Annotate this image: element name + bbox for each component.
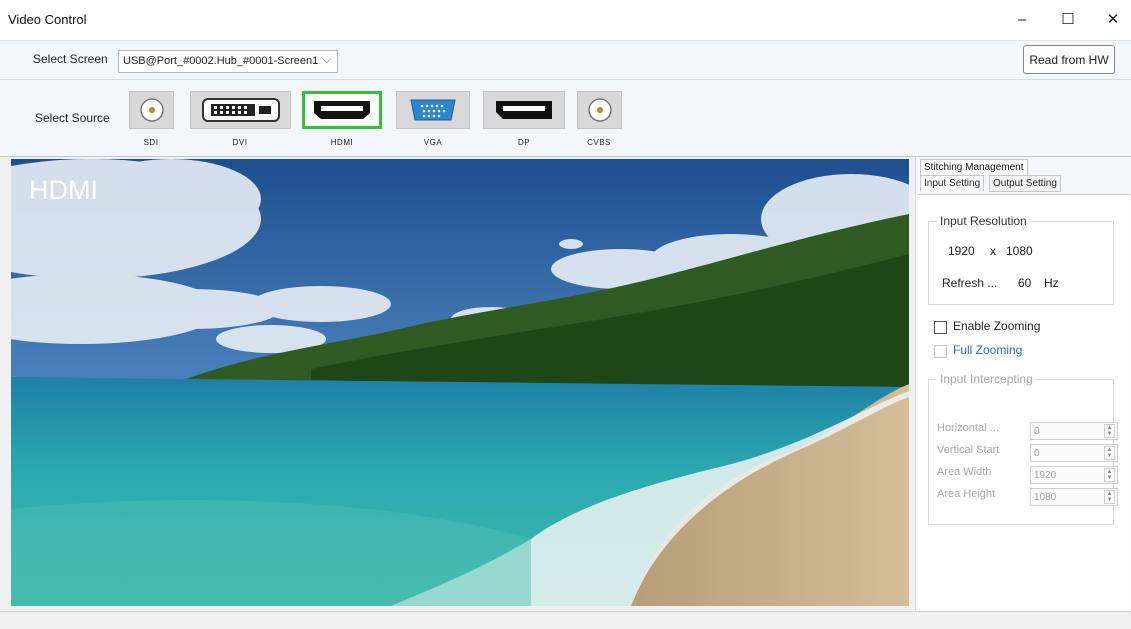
minimize-button[interactable]: – (1007, 6, 1037, 32)
resolution-width: 1920 (948, 244, 975, 258)
read-from-hw-button[interactable]: Read from HW (1023, 45, 1115, 74)
window-title: Video Control (8, 12, 87, 27)
source-dvi-button[interactable] (190, 91, 291, 129)
tab-stitching-management[interactable]: Stitching Management (920, 159, 1028, 175)
input-intercepting-group: Input Intercepting Horizontal ... 0 ▲ ▼ Ve… (928, 372, 1118, 525)
tab-output-setting[interactable]: Output Setting (989, 175, 1061, 192)
enable-zooming-checkbox[interactable] (934, 321, 947, 334)
preview-source-label: HDMI (29, 175, 98, 205)
spinner-arrows-icon[interactable]: ▲ ▼ (1104, 424, 1115, 438)
vertical-start-value: 0 (1034, 448, 1040, 459)
area-height-spinner[interactable]: 1080 ▲ ▼ (1030, 488, 1118, 506)
status-bar (0, 611, 1131, 629)
source-cvbs-button[interactable] (577, 91, 622, 129)
source-select-row: Select Source SDI DVI HDMI VGA DP CVBS (0, 80, 1131, 157)
full-zooming-checkbox[interactable] (934, 345, 947, 358)
enable-zooming-label: Enable Zooming (953, 319, 1041, 333)
source-dvi-label: DVI (232, 138, 248, 147)
dvi-connector-icon (201, 98, 280, 122)
area-width-value: 1920 (1034, 470, 1057, 481)
hdmi-connector-icon (314, 101, 370, 119)
close-button[interactable]: ✕ (1098, 6, 1128, 32)
input-setting-body: Input Resolution 1920 x 1080 Refresh ...… (918, 194, 1130, 611)
spinner-arrows-icon[interactable]: ▲ ▼ (1104, 490, 1115, 504)
maximize-button[interactable]: ☐ (1053, 6, 1083, 32)
vertical-start-spinner[interactable]: 0 ▲ ▼ (1030, 444, 1118, 462)
video-preview: HDMI (11, 159, 909, 606)
area-height-label: Area Height (937, 488, 996, 500)
source-dp-button[interactable] (483, 91, 565, 129)
source-vga-label: VGA (423, 138, 443, 147)
full-zooming-label: Full Zooming (953, 343, 1023, 357)
beach-scene-image (11, 159, 909, 606)
input-resolution-group: Input Resolution 1920 x 1080 Refresh ...… (928, 214, 1114, 305)
source-hdmi-label: HDMI (330, 138, 354, 147)
source-sdi-button[interactable] (129, 91, 174, 129)
refresh-label: Refresh ... (942, 276, 998, 290)
source-dp-label: DP (517, 138, 531, 147)
bnc-connector-icon (587, 98, 612, 122)
bnc-connector-icon (139, 98, 164, 122)
select-source-label: Select Source (35, 111, 110, 125)
source-vga-button[interactable] (396, 91, 470, 129)
horizontal-start-label: Horizontal ... (937, 422, 999, 434)
screen-select-row: Select Screen USB@Port_#0002.Hub_#0001-S… (0, 41, 1131, 80)
source-sdi-label: SDI (143, 138, 159, 147)
horizontal-start-spinner[interactable]: 0 ▲ ▼ (1030, 422, 1118, 440)
select-screen-label: Select Screen (33, 52, 108, 66)
input-resolution-legend: Input Resolution (937, 214, 1030, 228)
area-height-value: 1080 (1034, 492, 1057, 503)
area-width-spinner[interactable]: 1920 ▲ ▼ (1030, 466, 1118, 484)
source-hdmi-button[interactable] (302, 91, 382, 129)
source-cvbs-label: CVBS (587, 138, 611, 147)
resolution-height: 1080 (1006, 244, 1033, 258)
spinner-arrows-icon[interactable]: ▲ ▼ (1104, 468, 1115, 482)
screen-dropdown[interactable]: USB@Port_#0002.Hub_#0001-Screen1 ⌵ (118, 50, 338, 73)
horizontal-start-value: 0 (1034, 426, 1040, 437)
tab-input-setting[interactable]: Input Setting (920, 175, 985, 192)
refresh-value: 60 (1018, 276, 1032, 290)
area-width-label: Area Width (937, 466, 992, 478)
input-intercepting-legend: Input Intercepting (937, 372, 1036, 386)
screen-dropdown-value: USB@Port_#0002.Hub_#0001-Screen1 (123, 55, 319, 67)
refresh-unit: Hz (1044, 276, 1059, 290)
vertical-start-label: Vertical Start (937, 444, 1000, 456)
chevron-down-icon: ⌵ (322, 54, 331, 66)
resolution-x: x (990, 244, 996, 258)
settings-panel: Stitching Management Input Setting Outpu… (915, 157, 1131, 611)
displayport-connector-icon (496, 101, 552, 119)
vga-connector-icon (410, 99, 456, 121)
title-bar: Video Control – ☐ ✕ (0, 0, 1131, 41)
spinner-arrows-icon[interactable]: ▲ ▼ (1104, 446, 1115, 460)
